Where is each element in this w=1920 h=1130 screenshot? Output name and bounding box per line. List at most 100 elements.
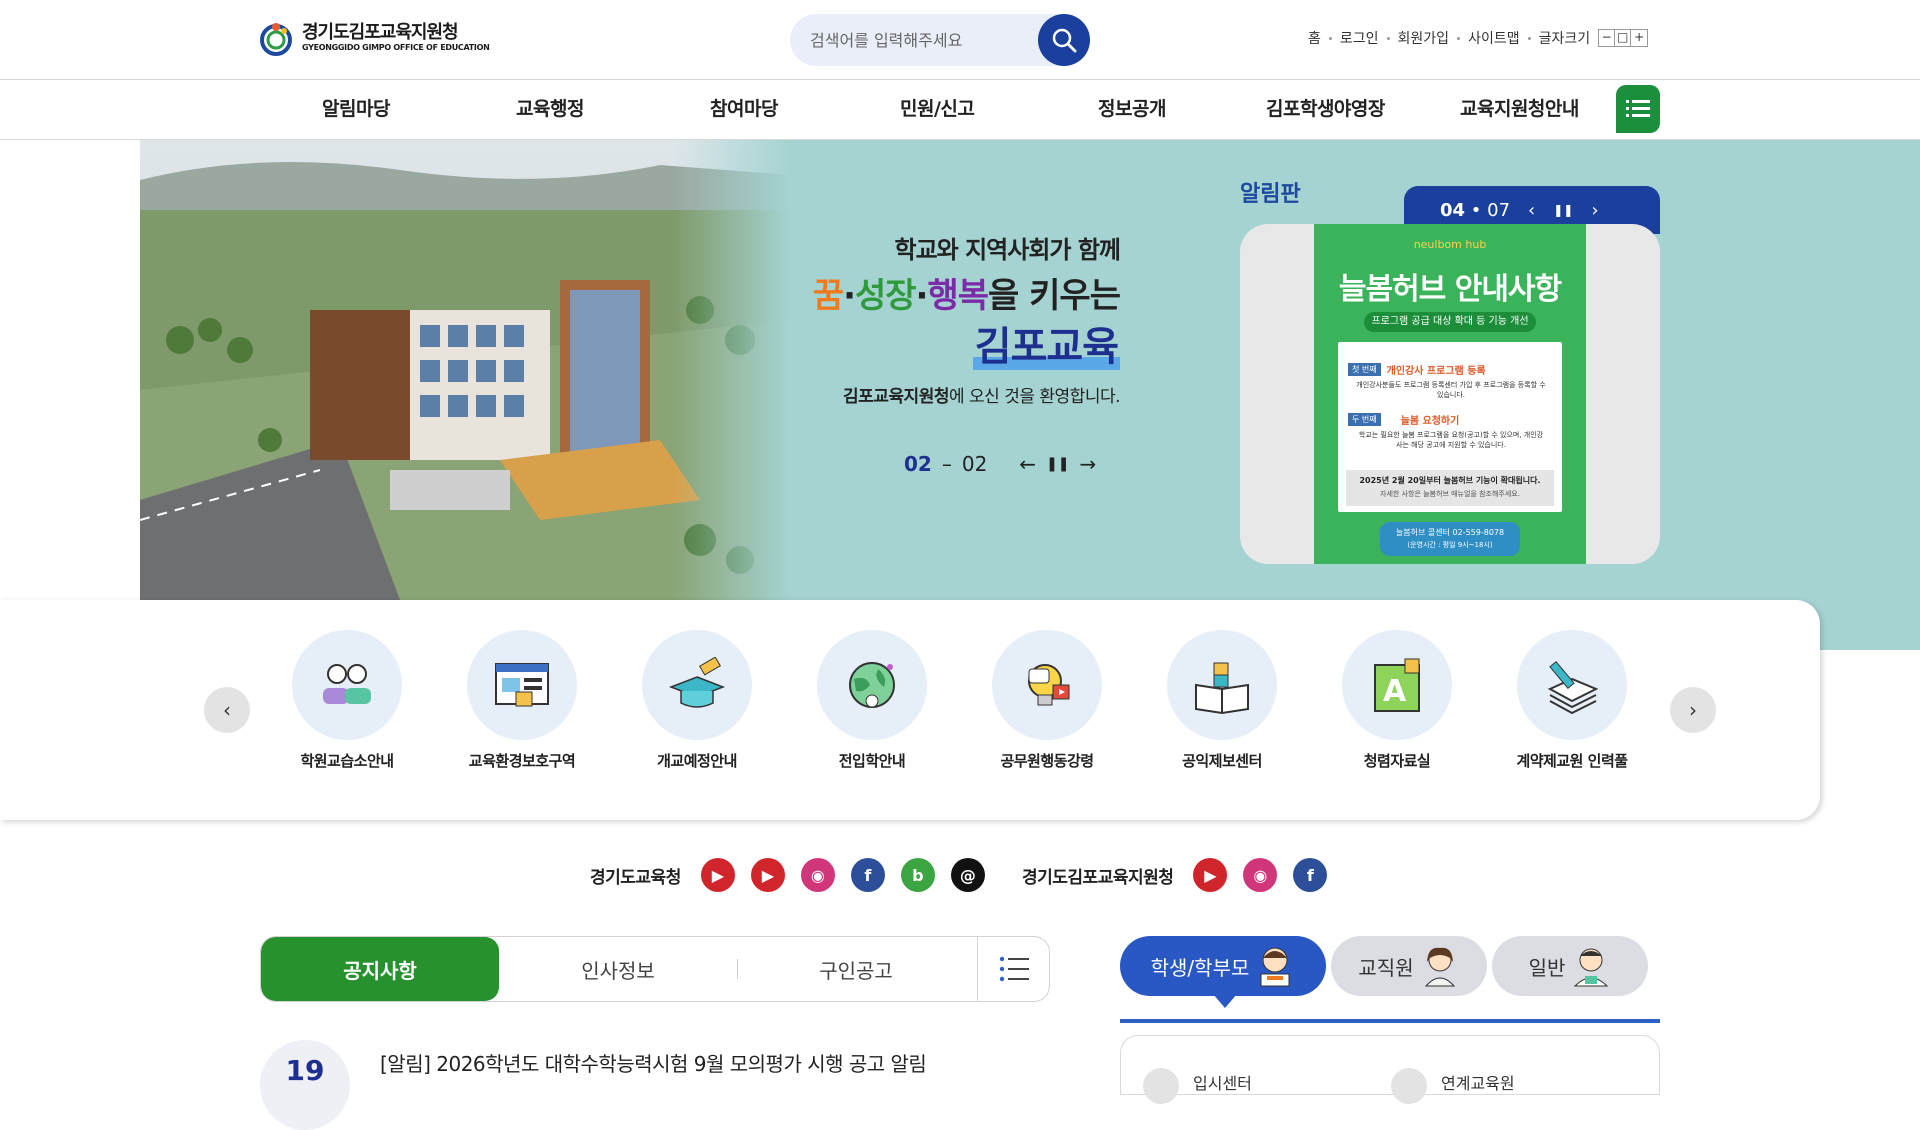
- quick-item-transfer[interactable]: 전입학안내: [797, 630, 947, 771]
- quick-item-academy[interactable]: 학원교습소안내: [272, 630, 422, 771]
- hero-welcome-rest: 에 오신 것을 환영합니다.: [948, 387, 1121, 407]
- chevron-left-icon: ‹: [223, 698, 231, 722]
- facebook-icon[interactable]: f: [850, 858, 885, 892]
- globe-icon: [849, 662, 895, 708]
- svg-text:A: A: [1383, 674, 1407, 709]
- hero-welcome-bold: 김포교육지원청: [843, 387, 949, 407]
- document-stack-icon: [1547, 660, 1599, 715]
- hero-slider-controls: 02 – 02 ← ❚❚ →: [904, 452, 1096, 476]
- quick-item-code-of-conduct[interactable]: 공무원행동강령: [972, 630, 1122, 771]
- quick-item-label: 전입학안내: [838, 752, 906, 770]
- hero-next-arrow-icon[interactable]: →: [1080, 452, 1097, 476]
- quick-item-integrity-library[interactable]: A 청렴자료실: [1322, 630, 1472, 771]
- search-button[interactable]: [1038, 14, 1090, 66]
- quick-item-environment[interactable]: 교육환경보호구역: [447, 630, 597, 771]
- all-menu-button[interactable]: [1616, 85, 1660, 133]
- poster-note-sub: 자세한 사항은 늘봄허브 매뉴얼을 참조해주세요.: [1380, 490, 1520, 498]
- list-icon: [999, 956, 1029, 982]
- youtube-icon[interactable]: ▶: [700, 858, 735, 892]
- audience-content: 입시센터 연계교육원: [1120, 1035, 1660, 1104]
- tab-notices[interactable]: 공지사항: [261, 937, 499, 1001]
- nav-item-participation[interactable]: 참여마당: [710, 94, 778, 121]
- notice-prev-icon[interactable]: ‹: [1528, 200, 1535, 221]
- util-sitemap-link[interactable]: 사이트맵: [1468, 28, 1520, 48]
- quick-prev-button[interactable]: ‹: [204, 687, 250, 733]
- audience-tab-general[interactable]: 일반: [1492, 936, 1648, 996]
- tab-job-postings[interactable]: 구인공고: [737, 937, 975, 1001]
- util-font-size-label: 글자크기: [1538, 31, 1591, 47]
- notice-next-icon[interactable]: ›: [1591, 200, 1598, 221]
- audience-tab-label: 교직원: [1358, 955, 1414, 980]
- quick-item-label: 교육환경보호구역: [468, 752, 576, 770]
- util-separator: [1386, 36, 1390, 40]
- audience-tab-students[interactable]: 학생/학부모: [1120, 936, 1326, 996]
- util-signup-link[interactable]: 회원가입: [1398, 28, 1450, 48]
- hero-word-happiness: 행복: [927, 276, 989, 316]
- quick-item-label: 개교예정안내: [657, 752, 737, 770]
- notice-board-title: 알림판: [1240, 182, 1301, 207]
- util-separator: [1457, 36, 1461, 40]
- notice-board-slide[interactable]: neulbom hub 늘봄허브 안내사항 프로그램 공급 대상 확대 등 기능…: [1240, 224, 1660, 564]
- poster-title: 늘봄허브 안내사항: [1338, 272, 1562, 307]
- slide-dash: –: [941, 452, 952, 476]
- search-input[interactable]: [810, 26, 1020, 54]
- poster-step1-tag: 첫 번째: [1348, 363, 1381, 376]
- util-home-link[interactable]: 홈: [1308, 28, 1321, 48]
- font-size-reset-button[interactable]: □: [1615, 30, 1632, 46]
- quick-item-new-school[interactable]: 개교예정안내: [622, 630, 772, 771]
- hero-word-growth: 성장: [854, 276, 917, 316]
- instagram-icon[interactable]: ◉: [800, 858, 835, 892]
- more-list-button[interactable]: [978, 937, 1049, 1001]
- notice-board-total: 07: [1487, 199, 1511, 221]
- nav-item-notices[interactable]: 알림마당: [322, 94, 390, 121]
- quick-next-button[interactable]: ›: [1670, 687, 1716, 733]
- util-login-link[interactable]: 로그인: [1340, 28, 1379, 48]
- quick-item-whistleblower[interactable]: 공익제보센터: [1147, 630, 1297, 771]
- hero-prev-arrow-icon[interactable]: ←: [1019, 452, 1036, 476]
- graduation-cap-icon: [668, 657, 726, 708]
- hero-pause-icon[interactable]: ❚❚: [1046, 456, 1069, 472]
- threads-icon[interactable]: @: [950, 858, 985, 892]
- poster-note: 2025년 2월 20일부터 늘봄허브 기능이 확대됩니다.: [1359, 476, 1541, 485]
- font-size-decrease-button[interactable]: −: [1599, 30, 1616, 46]
- notice-list-item[interactable]: 19 [알림] 2026학년도 대학수학능력시험 9월 모의평가 시행 공고 알…: [260, 1040, 927, 1130]
- student-avatar-icon: [1260, 947, 1290, 987]
- tab-personnel[interactable]: 인사정보: [499, 937, 737, 1001]
- quick-item-label: 공익제보센터: [1182, 752, 1262, 770]
- hero-welcome: 김포교육지원청에 오신 것을 환영합니다.: [843, 382, 1121, 407]
- hero-slide-total: 02: [961, 452, 988, 476]
- quick-item-contract-teachers[interactable]: 계약제교원 인력풀: [1497, 630, 1647, 771]
- audience-underline: [1120, 1019, 1660, 1023]
- nav-item-camp[interactable]: 김포학생야영장: [1266, 94, 1385, 121]
- nav-item-information-disclosure[interactable]: 정보공개: [1098, 94, 1166, 121]
- nav-item-administration[interactable]: 교육행정: [516, 94, 584, 121]
- search-box: [790, 14, 1090, 66]
- notice-title[interactable]: [알림] 2026학년도 대학수학능력시험 9월 모의평가 시행 공고 알림: [380, 1048, 927, 1077]
- audience-tab-staff[interactable]: 교직원: [1331, 936, 1487, 996]
- person-avatar-icon: [1574, 948, 1609, 987]
- font-size-controls: − □ +: [1598, 29, 1649, 47]
- logo-english-text: GYEONGGIDO GIMPO OFFICE OF EDUCATION: [302, 43, 490, 52]
- nav-item-civil-complaint[interactable]: 민원/신고: [900, 94, 975, 121]
- search-icon: [1052, 28, 1077, 53]
- sns-label-gimpo: 경기도김포교육지원청: [1022, 867, 1174, 888]
- youtube-icon[interactable]: ▶: [1193, 858, 1228, 892]
- audience-item-label[interactable]: 입시센터: [1193, 1070, 1252, 1094]
- hero-slide-current: 02: [904, 452, 932, 476]
- audience-item-icon: [1143, 1068, 1179, 1104]
- facebook-icon[interactable]: f: [1293, 858, 1328, 892]
- logo-korean-text: 경기도김포교육지원청: [302, 22, 459, 43]
- youtube-icon[interactable]: ▶: [750, 858, 785, 892]
- band-icon[interactable]: b: [900, 858, 935, 892]
- nav-item-office-info[interactable]: 교육지원청안내: [1460, 94, 1579, 121]
- sns-gimpo: 경기도김포교육지원청 ▶ ◉ f: [1022, 858, 1328, 892]
- notice-pause-icon[interactable]: ❚❚: [1553, 203, 1573, 217]
- audience-item-label[interactable]: 연계교육원: [1441, 1070, 1515, 1094]
- hero-headline-rest: 을 키우는: [988, 276, 1121, 316]
- sns-label-gyeonggi: 경기도교육청: [590, 867, 681, 888]
- site-logo[interactable]: 경기도김포교육지원청 GYEONGGIDO GIMPO OFFICE OF ED…: [258, 20, 490, 56]
- instagram-icon[interactable]: ◉: [1243, 858, 1278, 892]
- font-size-increase-button[interactable]: +: [1631, 30, 1647, 46]
- document-a-icon: A: [1374, 658, 1420, 712]
- poster-step1-title: 개인강사 프로그램 등록: [1386, 366, 1486, 377]
